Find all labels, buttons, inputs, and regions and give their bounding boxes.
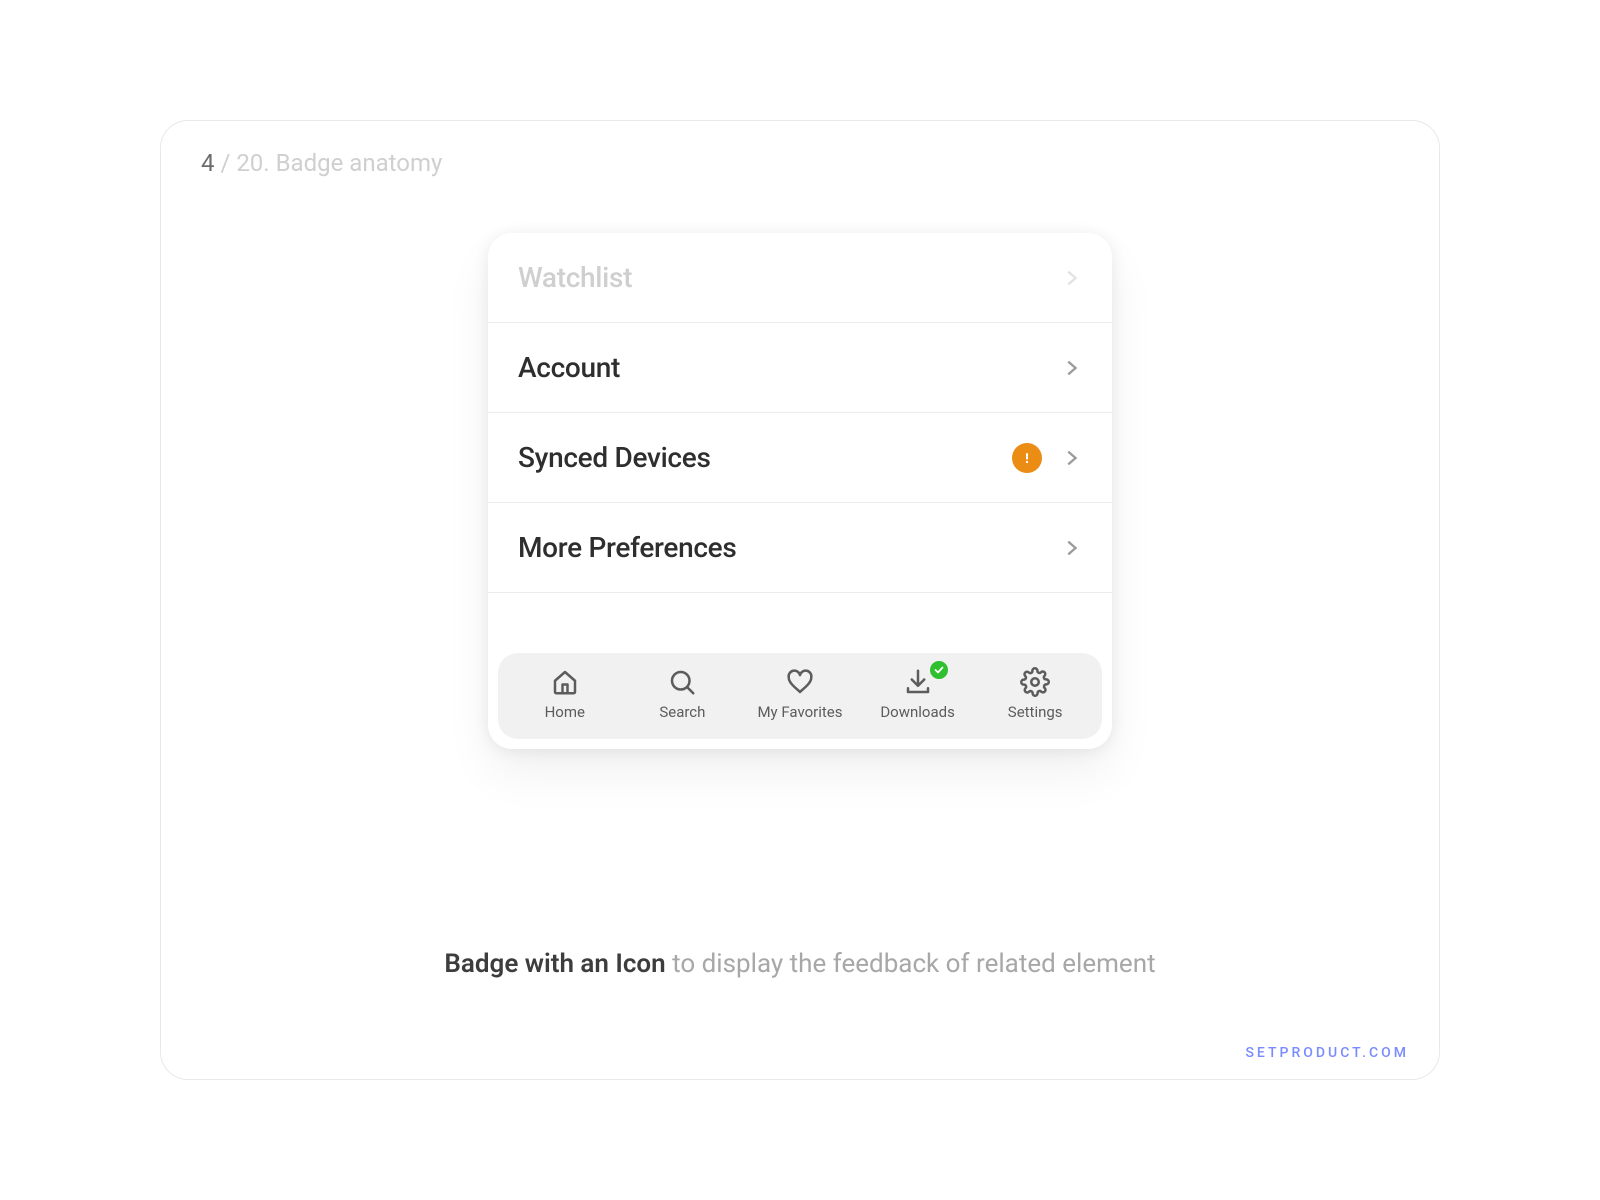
tab-label: Search <box>659 703 705 721</box>
chevron-right-icon <box>1060 537 1082 559</box>
breadcrumb-separator: / <box>215 149 237 177</box>
breadcrumb: 4 / 20. Badge anatomy <box>201 149 442 177</box>
row-trailing <box>1060 267 1082 289</box>
list-row-label: Watchlist <box>518 261 632 294</box>
check-icon <box>933 664 945 676</box>
caption-rest: to display the feedback of related eleme… <box>666 949 1156 979</box>
tab-label: Home <box>545 703 585 721</box>
breadcrumb-total: 20. Badge anatomy <box>236 149 442 177</box>
chevron-right-icon <box>1060 357 1082 379</box>
row-trailing <box>1012 443 1082 473</box>
tab-label: Downloads <box>880 703 955 721</box>
gear-icon <box>1020 667 1050 697</box>
breadcrumb-current: 4 <box>201 149 215 177</box>
phone-card: Watchlist Account Synced Devices More Pr… <box>488 233 1112 749</box>
tab-label: My Favorites <box>757 703 842 721</box>
tab-home[interactable]: Home <box>506 667 624 721</box>
list-row-watchlist[interactable]: Watchlist <box>488 233 1112 323</box>
list-row-label: Synced Devices <box>518 441 711 474</box>
list-spacer <box>488 593 1112 653</box>
tab-label: Settings <box>1008 703 1063 721</box>
tab-search[interactable]: Search <box>624 667 742 721</box>
tab-bar: Home Search My Favorites Downloads Setti… <box>498 653 1102 739</box>
row-trailing <box>1060 357 1082 379</box>
alert-badge-icon <box>1012 443 1042 473</box>
search-icon <box>667 667 697 697</box>
exclamation-icon <box>1019 450 1035 466</box>
tab-settings[interactable]: Settings <box>976 667 1094 721</box>
caption-strong: Badge with an Icon <box>444 949 665 979</box>
caption: Badge with an Icon to display the feedba… <box>161 949 1439 979</box>
watermark: SETPRODUCT.COM <box>1245 1045 1409 1061</box>
tab-favorites[interactable]: My Favorites <box>741 667 859 721</box>
list-row-label: More Preferences <box>518 531 736 564</box>
chevron-right-icon <box>1060 267 1082 289</box>
list-row-synced-devices[interactable]: Synced Devices <box>488 413 1112 503</box>
list-row-account[interactable]: Account <box>488 323 1112 413</box>
list-row-label: Account <box>518 351 620 384</box>
heart-icon <box>785 667 815 697</box>
tab-downloads[interactable]: Downloads <box>859 667 977 721</box>
home-icon <box>550 667 580 697</box>
slide-canvas: 4 / 20. Badge anatomy Watchlist Account … <box>160 120 1440 1080</box>
row-trailing <box>1060 537 1082 559</box>
chevron-right-icon <box>1060 447 1082 469</box>
list-row-more-preferences[interactable]: More Preferences <box>488 503 1112 593</box>
success-badge-icon <box>928 659 950 681</box>
